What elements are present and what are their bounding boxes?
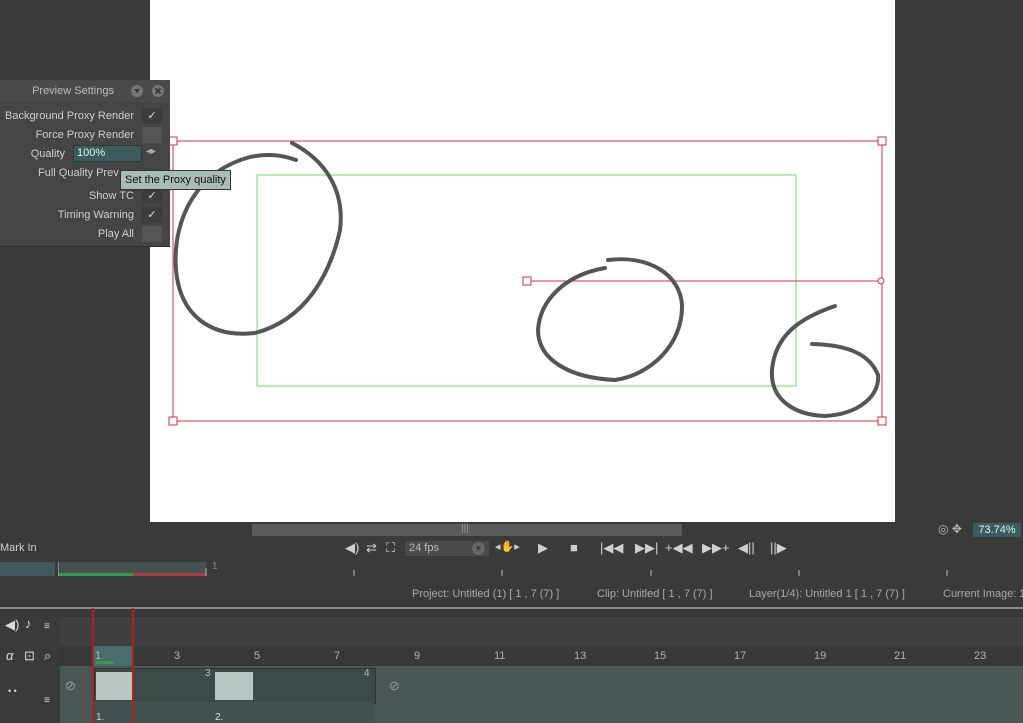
first-frame-icon[interactable]: |◀◀: [600, 540, 623, 556]
quality-input[interactable]: 100%: [73, 145, 142, 162]
last-frame-icon[interactable]: ▶▶|: [635, 540, 658, 556]
row-play-all: Play All: [0, 225, 170, 244]
row-force-proxy-render: Force Proxy Render: [0, 126, 170, 145]
loop-icon[interactable]: ⇄: [366, 540, 377, 556]
frame-number: 21: [894, 650, 907, 662]
chevron-down-icon: ▼: [472, 542, 485, 555]
frame-number: 23: [974, 650, 987, 662]
full-quality-preview-label: Full Quality Prev: [38, 167, 119, 179]
mark-out-line[interactable]: [132, 608, 134, 723]
preview-ruler[interactable]: 1: [0, 560, 1023, 578]
frame-number: 19: [814, 650, 827, 662]
show-tc-checkbox[interactable]: ✓: [142, 188, 162, 204]
dots-icon: • •: [8, 686, 17, 696]
empty-cel-icon[interactable]: ⊘: [65, 678, 76, 694]
frame-number: 9: [414, 650, 421, 662]
frame-ruler[interactable]: [60, 646, 1023, 666]
play-icon[interactable]: ▶: [538, 540, 548, 556]
timing-warning-label: Timing Warning: [57, 209, 134, 221]
scrub-hand-icon[interactable]: ◂✋▸: [495, 540, 520, 553]
project-info: Project: Untitled (1) [ 1 , 7 (7) ]: [412, 588, 560, 600]
menu-icon[interactable]: ≡: [44, 621, 50, 632]
drawing-canvas[interactable]: [150, 0, 895, 522]
background-proxy-render-checkbox[interactable]: ✓: [142, 108, 162, 124]
frame-number: 1: [95, 650, 102, 662]
timing-warning-checkbox[interactable]: ✓: [142, 207, 162, 223]
navigator-icon[interactable]: ◎: [938, 522, 948, 536]
clip-info: Clip: Untitled [ 1 , 7 (7) ]: [597, 588, 713, 600]
frame-number: 5: [254, 650, 261, 662]
close-icon[interactable]: [152, 85, 164, 97]
empty-cel-icon[interactable]: ⊘: [389, 678, 400, 694]
play-all-checkbox[interactable]: [142, 226, 162, 242]
ruler-ticks: [58, 562, 948, 576]
frame-number: 13: [574, 650, 587, 662]
panel-title-bar: Preview Settings: [0, 80, 170, 102]
cel-thumbnail[interactable]: [96, 672, 132, 700]
sound-track-row[interactable]: [60, 616, 1023, 647]
info-bar: Project: Untitled (1) [ 1 , 7 (7) ] Clip…: [0, 585, 1023, 605]
prev-frame-icon[interactable]: ◀||: [738, 540, 755, 556]
ruler-field[interactable]: [0, 562, 55, 576]
show-tc-label: Show TC: [88, 190, 134, 202]
splitter[interactable]: [0, 607, 1023, 609]
panel-title: Preview Settings: [32, 85, 114, 97]
fps-value: 24 fps: [409, 542, 439, 554]
row-quality: Quality 100% ◂▸: [0, 145, 170, 164]
cel-label: 1.: [96, 712, 105, 723]
cel-label: 2.: [215, 712, 224, 723]
row-timing-warning: Timing Warning ✓: [0, 206, 170, 225]
speaker-icon[interactable]: ◀): [5, 617, 19, 633]
force-proxy-render-checkbox[interactable]: [142, 127, 162, 143]
frame-number: 17: [734, 650, 747, 662]
stop-icon[interactable]: ■: [570, 540, 578, 555]
collapse-icon[interactable]: [131, 85, 143, 97]
scroll-thumb[interactable]: |||: [252, 523, 682, 536]
row-background-proxy-render: Background Proxy Render ✓: [0, 107, 170, 126]
current-image-info: Current Image: 1: [943, 588, 1023, 600]
music-note-icon[interactable]: ♪: [25, 616, 32, 631]
grid-icon[interactable]: ⊡: [24, 648, 35, 664]
frame-number: 7: [334, 650, 341, 662]
search-icon[interactable]: ⌕: [44, 648, 51, 664]
alpha-icon[interactable]: α: [6, 648, 13, 663]
cel-label-strip: [94, 702, 374, 723]
prev-keyframe-icon[interactable]: +◀◀: [665, 540, 693, 556]
fps-select[interactable]: 24 fps ▼: [405, 541, 489, 556]
tooltip: Set the Proxy quality: [120, 170, 231, 190]
mark-in-label: Mark In: [0, 542, 37, 554]
frame-number: 3: [174, 650, 181, 662]
fullscreen-icon[interactable]: ⛶: [386, 540, 395, 556]
play-all-label: Play All: [97, 228, 134, 240]
volume-icon[interactable]: ◀): [345, 540, 359, 556]
force-proxy-render-label: Force Proxy Render: [35, 129, 134, 141]
grip-icon: |||: [461, 523, 469, 534]
frame-number: 11: [494, 650, 506, 662]
mark-in-line[interactable]: [92, 608, 94, 723]
layer-info: Layer(1/4): Untitled 1 [ 1 , 7 (7) ]: [749, 588, 905, 600]
cel-mark: 4: [364, 668, 370, 679]
frame-number: 15: [654, 650, 667, 662]
quality-label: Quality: [30, 148, 65, 160]
preview-settings-panel: Preview Settings Background Proxy Render…: [0, 80, 170, 247]
cel-mark: 3: [205, 668, 211, 679]
quality-stepper-icon[interactable]: ◂▸: [146, 146, 156, 157]
next-keyframe-icon[interactable]: ▶▶+: [702, 540, 730, 556]
background-proxy-render-label: Background Proxy Render: [4, 110, 134, 122]
zoom-level[interactable]: 73.74%: [973, 523, 1021, 537]
next-frame-icon[interactable]: ||▶: [770, 540, 787, 556]
cel-thumbnail[interactable]: [215, 672, 253, 700]
zoom-icons: ◎ ✥: [938, 522, 962, 536]
track-menu-icon[interactable]: ≡: [44, 695, 50, 706]
center-icon[interactable]: ✥: [952, 522, 962, 536]
